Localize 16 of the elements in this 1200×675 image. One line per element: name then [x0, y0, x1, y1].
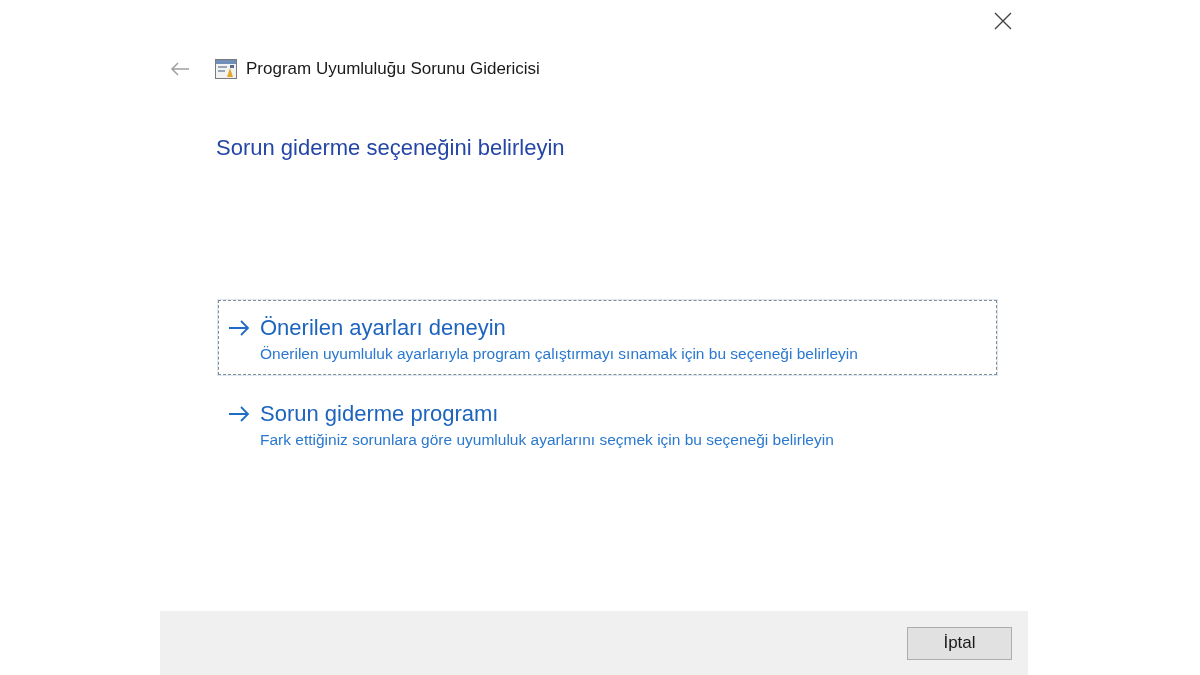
page-heading: Sorun giderme seçeneğini belirleyin [216, 134, 565, 162]
command-link[interactable]: Önerilen ayarları deneyin Önerilen uyumluluk ayarlarıyla program çalıştırmayı sınamak için bu seçeneği belirleyin [218, 300, 997, 375]
option-title: Sorun giderme programı [260, 400, 500, 428]
close-button[interactable] [993, 11, 1013, 31]
arrow-icon [228, 406, 250, 422]
window-title: Program Uyumluluğu Sorunu Gidericisi [246, 58, 540, 80]
command-link[interactable]: Sorun giderme programı Fark ettiğiniz sorunlara göre uyumluluk ayarlarını seçmek için bu seçeneği belirleyin [218, 386, 997, 461]
option-description: Önerilen uyumluluk ayarlarıyla program çalıştırmayı sınamak için bu seçeneği belirleyin [260, 344, 858, 364]
option-description: Fark ettiğiniz sorunlara göre uyumluluk ayarlarını seçmek için bu seçeneği belirleyin [260, 430, 834, 450]
back-icon [170, 62, 190, 76]
option-title: Önerilen ayarları deneyin [260, 314, 507, 342]
program-window-icon [215, 59, 237, 79]
back-button[interactable] [170, 61, 190, 77]
close-icon [994, 12, 1012, 30]
arrow-icon [228, 320, 250, 336]
cancel-button[interactable]: İptal [907, 626, 1012, 660]
